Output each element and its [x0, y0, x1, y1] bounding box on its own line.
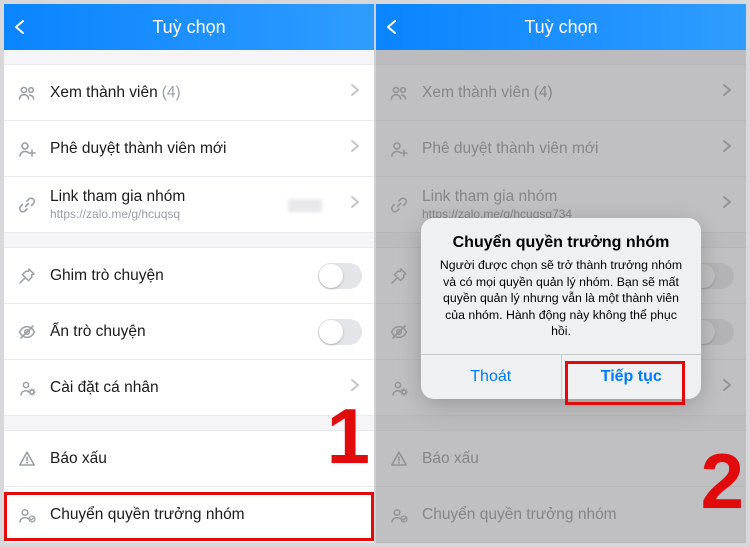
screen-left: Tuỳ chọn Xem thành viên(4) Phê duyệt thà…: [4, 4, 374, 543]
dialog-cancel-button[interactable]: Thoát: [421, 355, 561, 399]
member-count: (4): [162, 84, 181, 101]
row-label: Chuyển quyền trưởng nhóm: [50, 506, 245, 523]
chevron-right-icon: [348, 195, 362, 214]
pin-icon: [14, 266, 40, 286]
chevron-right-icon: [348, 83, 362, 102]
row-label: Xem thành viên: [50, 84, 158, 101]
back-button[interactable]: [382, 4, 402, 50]
step-number: 2: [701, 442, 744, 520]
row-label: Ẩn trò chuyện: [50, 323, 146, 340]
screen-right: Tuỳ chọn Xem thành viên(4) Phê duyệt thà…: [376, 4, 746, 543]
dialog-title: Chuyển quyền trưởng nhóm: [437, 234, 685, 252]
hide-icon: [14, 322, 40, 342]
row-report[interactable]: Báo xấu: [4, 431, 374, 486]
confirm-dialog: Chuyển quyền trưởng nhóm Người được chọn…: [421, 218, 701, 399]
hide-toggle[interactable]: [318, 319, 362, 345]
row-group-link[interactable]: Link tham gia nhóm https://zalo.me/g/hcu…: [4, 176, 374, 232]
add-user-icon: [14, 139, 40, 159]
row-label: Báo xấu: [50, 450, 107, 467]
chevron-right-icon: [348, 139, 362, 158]
header: Tuỳ chọn: [4, 4, 374, 50]
redaction: [288, 199, 322, 212]
link-icon: [14, 195, 40, 215]
row-hide-chat[interactable]: Ẩn trò chuyện: [4, 303, 374, 359]
row-transfer-owner[interactable]: Chuyển quyền trưởng nhóm: [4, 486, 374, 542]
transfer-owner-icon: [14, 505, 40, 525]
dialog-confirm-button[interactable]: Tiếp tục: [561, 355, 702, 399]
pin-toggle[interactable]: [318, 263, 362, 289]
row-label: Cài đặt cá nhân: [50, 379, 159, 396]
row-members[interactable]: Xem thành viên(4): [4, 65, 374, 120]
page-title: Tuỳ chọn: [524, 17, 597, 38]
row-label: Phê duyệt thành viên mới: [50, 140, 226, 157]
header: Tuỳ chọn: [376, 4, 746, 50]
dialog-message: Người được chọn sẽ trở thành trưởng nhóm…: [437, 257, 685, 340]
page-title: Tuỳ chọn: [152, 17, 225, 38]
step-number: 1: [327, 397, 370, 475]
members-icon: [14, 83, 40, 103]
warning-icon: [14, 449, 40, 469]
gear-user-icon: [14, 378, 40, 398]
back-button[interactable]: [10, 4, 30, 50]
row-personal-settings[interactable]: Cài đặt cá nhân: [4, 359, 374, 415]
row-pin-chat[interactable]: Ghim trò chuyện: [4, 248, 374, 303]
row-label: Ghim trò chuyện: [50, 267, 164, 284]
row-approve-members[interactable]: Phê duyệt thành viên mới: [4, 120, 374, 176]
